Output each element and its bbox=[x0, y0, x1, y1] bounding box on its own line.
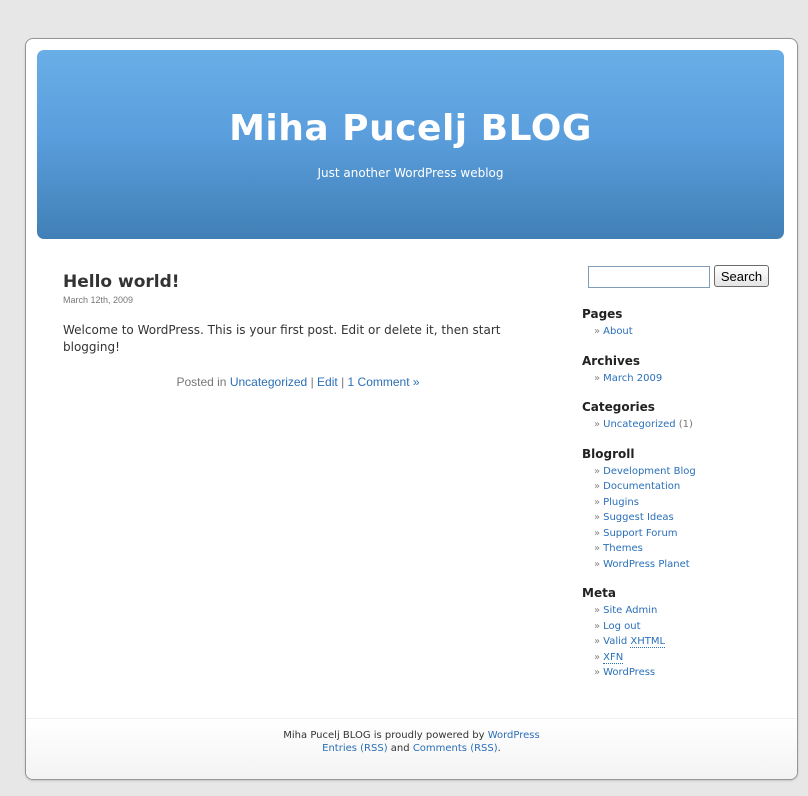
meta-list: » Site Admin » Log out » Valid XHTML » XFN »… bbox=[582, 603, 792, 681]
meta-link-log-out[interactable]: Log out bbox=[603, 621, 640, 632]
post-comments-link[interactable]: 1 Comment » bbox=[348, 375, 420, 389]
list-item: » Documentation bbox=[594, 479, 792, 495]
archive-link-march-2009[interactable]: March 2009 bbox=[603, 373, 662, 384]
raquo-icon: » bbox=[594, 465, 601, 477]
post-category-link[interactable]: Uncategorized bbox=[230, 375, 307, 389]
footer-powered-text: Miha Pucelj BLOG is proudly powered by bbox=[283, 730, 485, 741]
valid-label: Valid bbox=[603, 636, 628, 647]
raquo-icon: » bbox=[594, 636, 601, 647]
categories-heading: Categories bbox=[582, 400, 655, 414]
search-input[interactable] bbox=[588, 266, 710, 288]
raquo-icon: » bbox=[594, 620, 601, 632]
pages-list: » About bbox=[582, 324, 792, 340]
pages-heading: Pages bbox=[582, 307, 623, 321]
list-item: » Suggest Ideas bbox=[594, 510, 792, 526]
footer: Miha Pucelj BLOG is proudly powered by W… bbox=[26, 718, 797, 779]
list-item: » XFN bbox=[594, 650, 792, 666]
blogroll-link-wordpress-planet[interactable]: WordPress Planet bbox=[603, 559, 690, 570]
blogroll-link-support-forum[interactable]: Support Forum bbox=[603, 528, 677, 539]
list-item: » WordPress Planet bbox=[594, 557, 792, 573]
meta-separator: | bbox=[310, 375, 314, 389]
list-item: » About bbox=[594, 324, 792, 340]
meta-link-xfn[interactable]: XFN bbox=[603, 651, 624, 664]
blogroll-link-suggest-ideas[interactable]: Suggest Ideas bbox=[603, 512, 674, 523]
search-button[interactable]: Search bbox=[714, 265, 769, 287]
list-item: » Valid XHTML bbox=[594, 634, 792, 650]
post-edit-link[interactable]: Edit bbox=[317, 375, 338, 389]
footer-and-text: and bbox=[390, 743, 410, 754]
raquo-icon: » bbox=[594, 419, 601, 430]
post-date: March 12th, 2009 bbox=[63, 295, 134, 305]
page-container: Miha Pucelj BLOG Just another WordPress … bbox=[25, 38, 798, 780]
meta-link-site-admin[interactable]: Site Admin bbox=[603, 605, 657, 616]
post-title-link[interactable]: Hello world! bbox=[63, 272, 533, 292]
blog-title-link[interactable]: Miha Pucelj BLOG bbox=[37, 108, 784, 149]
raquo-icon: » bbox=[594, 326, 601, 337]
list-item: » WordPress bbox=[594, 665, 792, 681]
footer-wordpress-link[interactable]: WordPress bbox=[488, 730, 540, 741]
archives-list: » March 2009 bbox=[582, 371, 792, 387]
category-count: (1) bbox=[678, 419, 693, 430]
post-body: Welcome to WordPress. This is your first… bbox=[63, 323, 501, 354]
raquo-icon: » bbox=[594, 496, 601, 508]
page-link-about[interactable]: About bbox=[603, 326, 633, 337]
categories-list: » Uncategorized (1) bbox=[582, 417, 792, 433]
search-form: Search bbox=[582, 263, 792, 293]
meta-separator: | bbox=[341, 375, 345, 389]
meta-heading: Meta bbox=[582, 586, 616, 600]
raquo-icon: » bbox=[594, 527, 601, 539]
raquo-icon: » bbox=[594, 481, 601, 492]
xhtml-abbr: XHTML bbox=[630, 636, 666, 648]
list-item: » Support Forum bbox=[594, 526, 792, 542]
list-item: » Uncategorized (1) bbox=[594, 417, 792, 433]
list-item: » Log out bbox=[594, 619, 792, 635]
blogroll-link-themes[interactable]: Themes bbox=[603, 543, 643, 554]
list-item: » March 2009 bbox=[594, 371, 792, 387]
posted-in-label: Posted in bbox=[176, 375, 227, 389]
blog-description: Just another WordPress weblog bbox=[317, 166, 504, 180]
list-item: » Development Blog bbox=[594, 464, 792, 480]
footer-period: . bbox=[497, 743, 501, 754]
raquo-icon: » bbox=[594, 512, 601, 523]
category-link-uncategorized[interactable]: Uncategorized bbox=[603, 419, 675, 430]
blogroll-heading: Blogroll bbox=[582, 446, 635, 461]
list-item: » Site Admin bbox=[594, 603, 792, 619]
raquo-icon: » bbox=[594, 558, 601, 570]
footer-text: Miha Pucelj BLOG is proudly powered by W… bbox=[26, 729, 797, 755]
archives-heading: Archives bbox=[582, 353, 641, 368]
raquo-icon: » bbox=[594, 605, 601, 616]
footer-comments-rss-link[interactable]: Comments (RSS) bbox=[413, 743, 498, 754]
raquo-icon: » bbox=[594, 372, 601, 384]
sidebar: Search Pages » About Archives » March 2009… bbox=[582, 263, 792, 681]
main-content: Hello world! March 12th, 2009 Welcome to… bbox=[63, 272, 533, 389]
blogroll-link-documentation[interactable]: Documentation bbox=[603, 481, 680, 492]
post-meta: Posted in Uncategorized | Edit | 1 Comme… bbox=[63, 375, 533, 389]
list-item: » Themes bbox=[594, 541, 792, 557]
footer-entries-rss-link[interactable]: Entries (RSS) bbox=[322, 743, 387, 754]
blogroll-link-plugins[interactable]: Plugins bbox=[603, 497, 639, 508]
blogroll-link-development-blog[interactable]: Development Blog bbox=[603, 466, 696, 477]
list-item: » Plugins bbox=[594, 495, 792, 511]
raquo-icon: » bbox=[594, 651, 601, 663]
raquo-icon: » bbox=[594, 543, 601, 554]
blog-header: Miha Pucelj BLOG Just another WordPress … bbox=[37, 50, 784, 239]
xfn-abbr: XFN bbox=[603, 651, 624, 664]
raquo-icon: » bbox=[594, 667, 601, 678]
meta-link-valid-xhtml[interactable]: Valid XHTML bbox=[603, 636, 666, 648]
blogroll-list: » Development Blog » Documentation » Plugin… bbox=[582, 464, 792, 573]
meta-link-wordpress[interactable]: WordPress bbox=[603, 667, 655, 678]
